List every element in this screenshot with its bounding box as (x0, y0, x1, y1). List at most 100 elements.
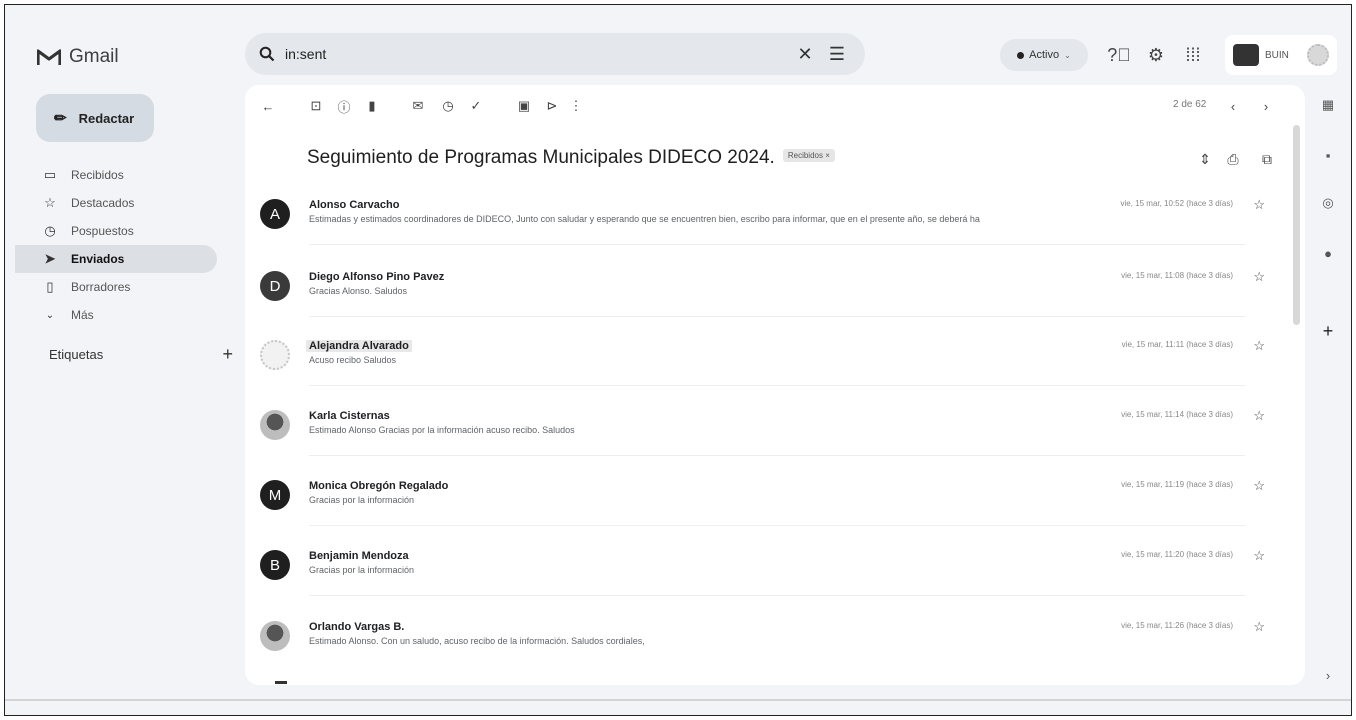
sidebar-item-recibidos[interactable]: ▭ Recibidos (15, 161, 217, 189)
avatar: M (260, 480, 290, 510)
sidebar-item-label: Enviados (71, 252, 125, 266)
message-row[interactable]: A Alonso Carvacho Estimadas y estimados … (245, 197, 1285, 257)
star-icon[interactable]: ☆ (1253, 478, 1265, 494)
divider (309, 316, 1245, 317)
sidebar-item-label: Recibidos (71, 168, 124, 182)
newer-icon[interactable]: ‹ (1222, 95, 1244, 117)
settings-icon[interactable]: ⚙ (1142, 41, 1170, 69)
add-addon-icon[interactable]: + (1318, 321, 1338, 341)
apps-grid-icon[interactable]: ⁞⁞⁞ (1179, 41, 1207, 69)
report-spam-icon[interactable]: ⓘ (333, 95, 355, 117)
more-messages-indicator[interactable] (275, 681, 287, 684)
gmail-logo[interactable]: Gmail (37, 46, 119, 68)
message-row[interactable]: Orlando Vargas B. Estimado Alonso. Con u… (245, 619, 1285, 679)
sidebar-item-mas[interactable]: ⌄ Más (15, 301, 217, 329)
divider (309, 385, 1245, 386)
star-icon[interactable]: ☆ (1253, 197, 1265, 213)
message-snippet: Estimadas y estimados coordinadores de D… (309, 214, 980, 224)
organization-logo (1233, 44, 1259, 66)
avatar: A (260, 199, 290, 229)
sender-name: Diego Alfonso Pino Pavez (309, 271, 445, 283)
star-icon[interactable]: ☆ (1253, 548, 1265, 564)
help-icon[interactable]: ?⃝ (1105, 41, 1133, 69)
open-new-window-icon[interactable]: ⧉ (1257, 149, 1277, 169)
search-input[interactable]: in:sent (285, 46, 787, 62)
move-to-icon[interactable]: ▣ (513, 95, 535, 117)
star-icon[interactable]: ☆ (1253, 408, 1265, 424)
star-icon[interactable]: ☆ (1253, 338, 1265, 354)
message-date: vie, 15 mar, 11:11 (hace 3 días) (1121, 340, 1233, 349)
labels-header: Etiquetas + (49, 345, 233, 363)
delete-icon[interactable]: ▮ (361, 95, 383, 117)
sidebar-item-label: Pospuestos (71, 224, 134, 238)
avatar[interactable] (1307, 44, 1329, 66)
sidebar-nav: ▭ Recibidos ☆ Destacados ◷ Pospuestos ➤ … (15, 161, 237, 329)
divider (309, 525, 1245, 526)
sender-name: Orlando Vargas B. (309, 621, 405, 633)
sidebar-item-label: Destacados (71, 196, 135, 210)
mark-unread-icon[interactable]: ✉ (407, 95, 429, 117)
snooze-icon[interactable]: ◷ (437, 95, 459, 117)
tasks-icon[interactable]: ◎ (1318, 193, 1338, 213)
chevron-down-icon: ⌄ (1064, 50, 1071, 60)
status-selector[interactable]: Activo ⌄ (1000, 39, 1088, 71)
sender-name: Monica Obregón Regalado (309, 480, 449, 492)
back-arrow-icon[interactable]: ← (257, 95, 279, 117)
message-snippet: Gracias Alonso. Saludos (309, 286, 408, 296)
archive-icon[interactable]: ⊡ (305, 95, 327, 117)
expand-all-icon[interactable]: ⇕ (1195, 149, 1215, 169)
more-vert-icon[interactable]: ⋮ (565, 95, 587, 117)
sidebar-item-label: Borradores (71, 280, 131, 294)
message-row[interactable]: M Monica Obregón Regalado Gracias por la… (245, 478, 1285, 538)
conversation-toolbar: ← ⊡ ⓘ ▮ ✉ ◷ ✓ ▣ ⊳ ⋮ 2 de 62 ‹ › (245, 95, 1305, 119)
gmail-m-icon (37, 49, 61, 65)
contacts-icon[interactable]: ● (1318, 243, 1338, 263)
clear-search-icon[interactable]: ✕ (791, 40, 819, 68)
compose-button[interactable]: ✏ Redactar (36, 94, 154, 142)
search-bar[interactable]: in:sent ✕ ☰ (245, 33, 865, 75)
message-date: vie, 15 mar, 11:14 (hace 3 días) (1121, 410, 1233, 419)
browser-frame: Gmail in:sent ✕ ☰ Activo ⌄ ?⃝ ⚙ ⁞⁞⁞ BUIN… (4, 4, 1352, 716)
search-options-icon[interactable]: ☰ (823, 40, 851, 68)
sidebar-item-borradores[interactable]: ▯ Borradores (15, 273, 217, 301)
labels-title: Etiquetas (49, 347, 104, 362)
account-switcher[interactable]: BUIN (1225, 35, 1337, 75)
sidebar-item-destacados[interactable]: ☆ Destacados (15, 189, 217, 217)
divider (5, 699, 1351, 701)
label-badge[interactable]: Recibidos × (782, 149, 835, 163)
status-dot-icon (1017, 51, 1025, 59)
sender-name: Karla Cisternas (309, 410, 390, 422)
label-icon[interactable]: ⊳ (541, 95, 563, 117)
message-row[interactable]: B Benjamin Mendoza Gracias por la inform… (245, 548, 1285, 608)
thread-subject: Seguimiento de Programas Municipales DID… (307, 147, 775, 168)
print-icon[interactable]: ⎙ (1223, 149, 1243, 169)
pagination-text: 2 de 62 (1173, 99, 1207, 110)
sidebar-item-pospuestos[interactable]: ◷ Pospuestos (15, 217, 217, 245)
search-icon[interactable] (259, 46, 275, 62)
add-label-icon[interactable]: + (222, 345, 233, 363)
sender-name: Alejandra Alvarado (306, 340, 412, 352)
app-title: Gmail (69, 46, 119, 67)
divider (309, 244, 1245, 245)
scrollbar[interactable] (1293, 125, 1300, 325)
star-icon[interactable]: ☆ (1253, 619, 1265, 635)
message-date: vie, 15 mar, 11:19 (hace 3 días) (1121, 480, 1233, 489)
star-icon[interactable]: ☆ (1253, 269, 1265, 285)
pencil-icon: ✏ (54, 110, 67, 127)
divider (309, 455, 1245, 456)
sidebar-item-enviados[interactable]: ➤ Enviados (15, 245, 217, 273)
message-date: vie, 15 mar, 11:08 (hace 3 días) (1121, 271, 1233, 280)
older-icon[interactable]: › (1255, 95, 1277, 117)
status-label: Activo (1029, 49, 1060, 61)
message-snippet: Gracias por la información (309, 495, 415, 505)
avatar: D (260, 271, 290, 301)
message-row[interactable]: Alejandra Alvarado Acuso recibo Saludos … (245, 338, 1285, 398)
message-snippet: Gracias por la información (309, 565, 415, 575)
calendar-icon[interactable]: ▦ (1318, 95, 1338, 115)
keep-icon[interactable]: ▪ (1318, 145, 1338, 165)
message-row[interactable]: Karla Cisternas Estimado Alonso Gracias … (245, 408, 1285, 468)
expand-panel-icon[interactable]: › (1318, 665, 1338, 685)
conversation-panel: ← ⊡ ⓘ ▮ ✉ ◷ ✓ ▣ ⊳ ⋮ 2 de 62 ‹ › Seguimie… (245, 85, 1305, 685)
add-task-icon[interactable]: ✓ (465, 95, 487, 117)
message-row[interactable]: D Diego Alfonso Pino Pavez Gracias Alons… (245, 269, 1285, 329)
